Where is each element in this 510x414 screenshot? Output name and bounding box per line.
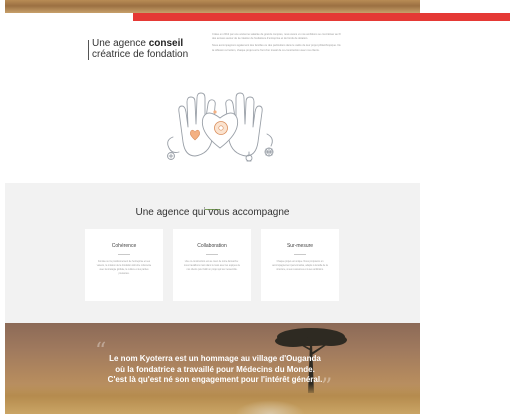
quote-hero: “ ” Le nom Kyoterra est un hommage au vi… (5, 323, 420, 414)
accent-dot (213, 110, 217, 114)
accent-red-bar (133, 13, 510, 21)
card-divider (294, 254, 306, 255)
gear-icon (214, 121, 228, 135)
hands-heart-illustration (167, 92, 274, 162)
card-title: Cohérence (111, 243, 137, 249)
card-collaboration: Collaboration Une co-construction est au… (173, 229, 251, 301)
quote-line-3: C'est là qu'est né son engagement pour l… (107, 375, 323, 384)
intro-heading-line2: créatrice de fondation (92, 49, 189, 60)
card-divider (206, 254, 218, 255)
intro-paragraph-2: Nous accompagnons également des familles… (212, 44, 341, 52)
small-heart-icon (190, 129, 200, 141)
card-coherence: Cohérence Fondée sur le positionnement d… (85, 229, 163, 301)
card-sur-mesure: Sur-mesure Chaque projet est unique. Nou… (261, 229, 339, 301)
intro-vertical-rule (88, 40, 89, 60)
quote-line-2: où la fondatrice a travaillé pour Médeci… (115, 364, 315, 374)
card-title: Sur-mesure (286, 243, 314, 249)
dirt-path (235, 400, 305, 414)
intro-text: Créée en 2012 par une ancienne salariée … (212, 33, 342, 56)
page: Une agence conseil créatrice de fondatio… (0, 0, 420, 414)
card-title: Collaboration (197, 243, 227, 249)
card-text: Chaque projet est unique. Nous proposons… (272, 261, 328, 272)
accompany-section: Une agence qui vous accompagne Cohérence… (5, 183, 420, 323)
intro-heading: Une agence conseil créatrice de fondatio… (92, 38, 202, 60)
top-hero-image (5, 0, 420, 13)
card-divider (118, 254, 130, 255)
card-text: Une co-construction est au cœur de notre… (183, 261, 241, 272)
accompany-title: Une agence qui vous accompagne (135, 207, 290, 218)
quote-line-1: Le nom Kyoterra est un hommage au villag… (109, 354, 321, 363)
savanna-grass (5, 384, 420, 414)
intro-heading-bold: conseil (148, 38, 184, 49)
intro-heading-prefix: Une agence (92, 38, 149, 49)
intro-paragraph-1: Créée en 2012 par une ancienne salariée … (212, 33, 341, 41)
card-text: Fondée sur le positionnement de l'entrep… (96, 261, 152, 276)
quote-text: Le nom Kyoterra est un hommage au villag… (65, 354, 365, 386)
